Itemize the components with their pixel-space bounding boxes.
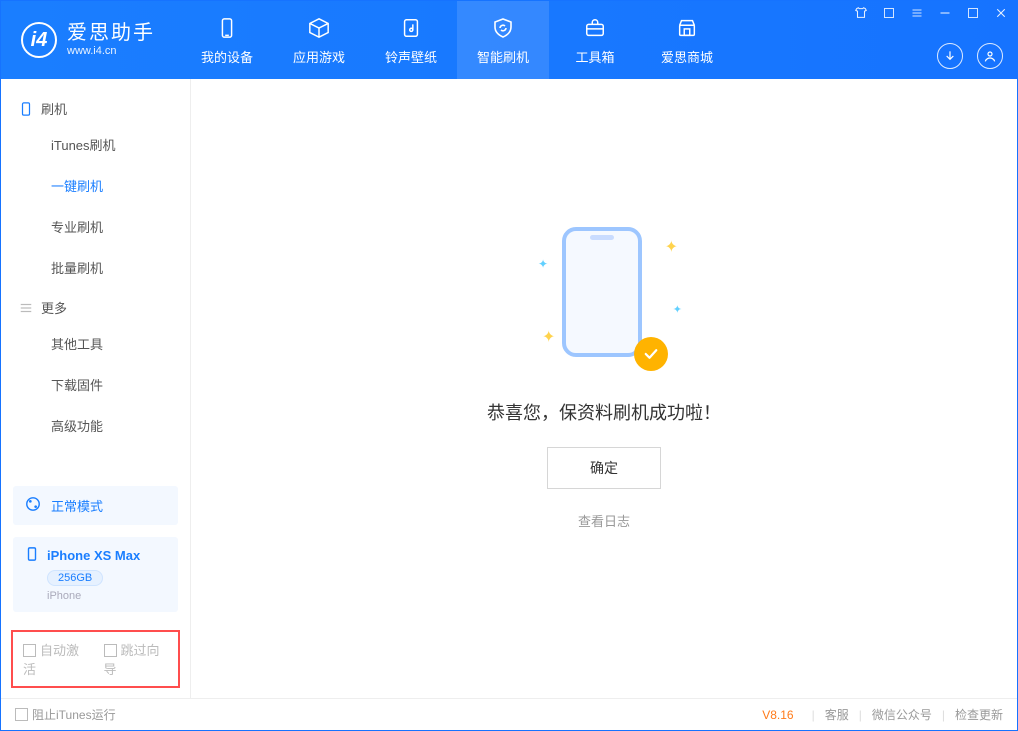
nav-label: 我的设备	[201, 47, 253, 66]
nav-label: 铃声壁纸	[385, 47, 437, 66]
footer-link-support[interactable]: 客服	[825, 706, 849, 723]
window-controls	[853, 5, 1009, 21]
nav-smart-flash[interactable]: 智能刷机	[457, 1, 549, 79]
sparkle-icon: ✦	[542, 327, 555, 347]
shirt-icon[interactable]	[853, 5, 869, 21]
app-name: 爱思助手	[67, 22, 155, 45]
mode-label: 正常模式	[51, 496, 103, 515]
sidebar-items-more: 其他工具 下载固件 高级功能	[1, 323, 190, 446]
nav-apps-games[interactable]: 应用游戏	[273, 1, 365, 79]
sidebar-item-onekey-flash[interactable]: 一键刷机	[47, 165, 190, 206]
device-phone-icon	[25, 547, 39, 564]
nav-ringtones-wallpapers[interactable]: 铃声壁纸	[365, 1, 457, 79]
device-storage-badge: 256GB	[47, 570, 103, 586]
check-badge-icon	[634, 337, 668, 371]
main-nav: 我的设备 应用游戏 铃声壁纸 智能刷机 工具箱	[181, 1, 733, 79]
close-button[interactable]	[993, 5, 1009, 21]
download-button[interactable]	[937, 43, 963, 69]
sidebar: 刷机 iTunes刷机 一键刷机 专业刷机 批量刷机 更多 其他工具 下载固件 …	[1, 79, 191, 698]
checkbox-icon	[23, 644, 36, 657]
sidebar-item-pro-flash[interactable]: 专业刷机	[47, 206, 190, 247]
sparkle-icon: ✦	[538, 257, 548, 271]
footer-links: | 客服 | 微信公众号 | 检查更新	[812, 706, 1003, 723]
mode-indicator[interactable]: 正常模式	[13, 486, 178, 525]
device-type: iPhone	[47, 590, 166, 602]
checkbox-icon	[15, 708, 28, 721]
logo-text: 爱思助手 www.i4.cn	[67, 22, 155, 58]
nav-store[interactable]: 爱思商城	[641, 1, 733, 79]
success-illustration: ✦ ✦ ✦ ✦	[544, 217, 664, 377]
phone-icon	[214, 15, 240, 41]
app-logo: i4 爱思助手 www.i4.cn	[1, 1, 173, 79]
account-button[interactable]	[977, 43, 1003, 69]
section-title: 更多	[41, 298, 67, 317]
sidebar-item-other-tools[interactable]: 其他工具	[47, 323, 190, 364]
sidebar-section-flash: 刷机	[1, 89, 190, 124]
view-log-link[interactable]: 查看日志	[578, 511, 630, 530]
square-icon[interactable]	[881, 5, 897, 21]
nav-my-device[interactable]: 我的设备	[181, 1, 273, 79]
toolbox-icon	[582, 15, 608, 41]
section-title: 刷机	[41, 99, 67, 118]
footer-link-wechat[interactable]: 微信公众号	[872, 706, 932, 723]
footer-link-update[interactable]: 检查更新	[955, 706, 1003, 723]
checkbox-label: 阻止iTunes运行	[32, 708, 116, 722]
auto-activate-checkbox[interactable]: 自动激活	[23, 640, 88, 678]
block-itunes-checkbox[interactable]: 阻止iTunes运行	[15, 706, 116, 723]
sparkle-icon: ✦	[665, 237, 678, 257]
store-icon	[674, 15, 700, 41]
sidebar-item-batch-flash[interactable]: 批量刷机	[47, 247, 190, 288]
music-doc-icon	[398, 15, 424, 41]
sidebar-item-download-firmware[interactable]: 下载固件	[47, 364, 190, 405]
sidebar-item-itunes-flash[interactable]: iTunes刷机	[47, 124, 190, 165]
sparkle-icon: ✦	[673, 303, 682, 316]
menu-icon[interactable]	[909, 5, 925, 21]
header-actions	[937, 43, 1003, 69]
sidebar-section-more: 更多	[1, 288, 190, 323]
content-area: ✦ ✦ ✦ ✦ 恭喜您，保资料刷机成功啦！ 确定 查看日志	[191, 79, 1017, 698]
minimize-button[interactable]	[937, 5, 953, 21]
sidebar-items-flash: iTunes刷机 一键刷机 专业刷机 批量刷机	[1, 124, 190, 288]
main-area: 刷机 iTunes刷机 一键刷机 专业刷机 批量刷机 更多 其他工具 下载固件 …	[1, 79, 1017, 698]
nav-label: 工具箱	[575, 47, 614, 66]
nav-toolbox[interactable]: 工具箱	[549, 1, 641, 79]
ok-button[interactable]: 确定	[547, 447, 661, 489]
version-text: V8.16	[762, 708, 793, 722]
list-icon	[19, 301, 33, 315]
nav-label: 爱思商城	[661, 47, 713, 66]
nav-label: 智能刷机	[477, 47, 529, 66]
title-bar: i4 爱思助手 www.i4.cn 我的设备 应用游戏 铃声壁纸	[1, 1, 1017, 79]
shield-refresh-icon	[490, 15, 516, 41]
skip-guide-checkbox[interactable]: 跳过向导	[104, 640, 169, 678]
logo-icon: i4	[21, 22, 57, 58]
sidebar-item-advanced[interactable]: 高级功能	[47, 405, 190, 446]
checkbox-icon	[104, 644, 117, 657]
mode-icon	[25, 496, 41, 515]
app-url: www.i4.cn	[67, 45, 155, 58]
device-icon	[19, 102, 33, 116]
device-name: iPhone XS Max	[47, 548, 140, 563]
flash-options-highlight: 自动激活 跳过向导	[11, 630, 180, 688]
device-panel[interactable]: iPhone XS Max 256GB iPhone	[13, 537, 178, 612]
cube-icon	[306, 15, 332, 41]
success-message: 恭喜您，保资料刷机成功啦！	[487, 399, 721, 425]
status-bar: 阻止iTunes运行 V8.16 | 客服 | 微信公众号 | 检查更新	[1, 698, 1017, 730]
phone-frame-icon	[562, 227, 642, 357]
maximize-button[interactable]	[965, 5, 981, 21]
nav-label: 应用游戏	[293, 47, 345, 66]
